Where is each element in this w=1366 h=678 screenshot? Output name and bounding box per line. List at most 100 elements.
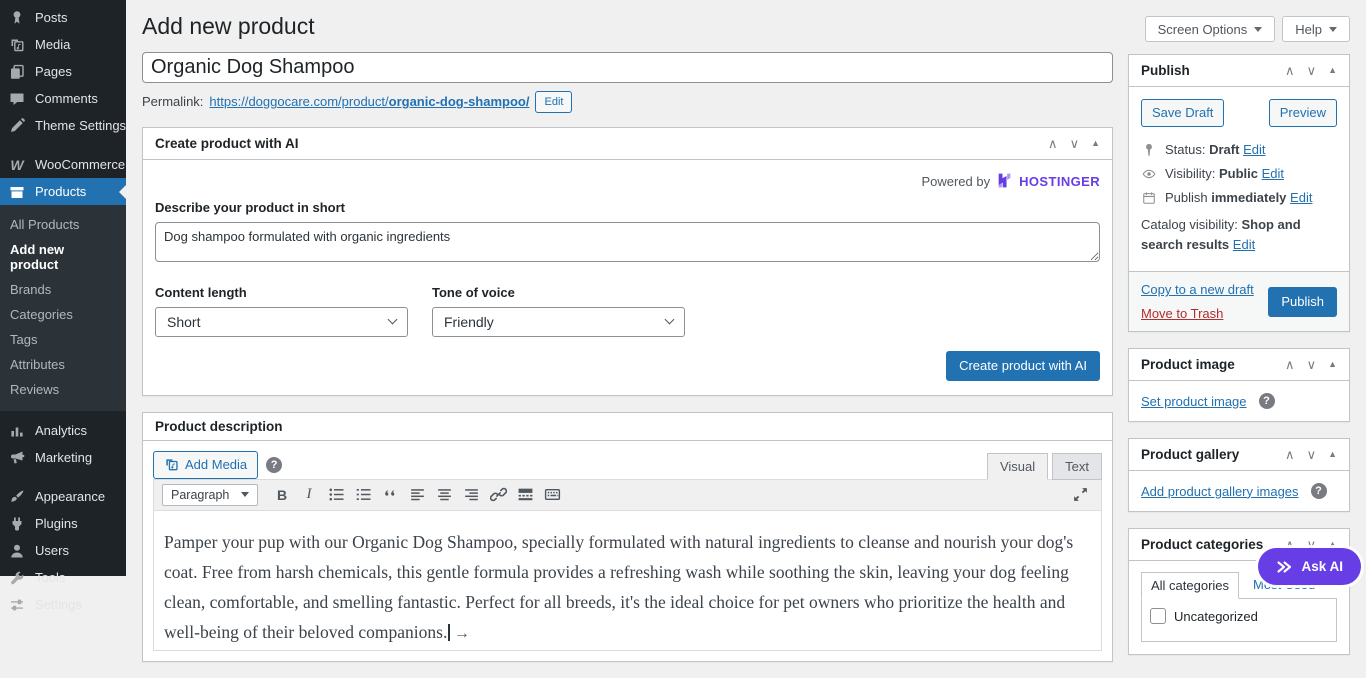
- publish-panel: Publish ∧ ∨ ▲ Save Draft Preview Status:…: [1128, 54, 1350, 332]
- chevron-down-icon: [665, 315, 675, 325]
- sidebar-item-woocommerce[interactable]: W WooCommerce: [0, 151, 126, 178]
- tab-all-categories[interactable]: All categories: [1141, 572, 1239, 599]
- editor-toolbar: Paragraph B I: [153, 479, 1102, 511]
- editor-content[interactable]: Pamper your pup with our Organic Dog Sha…: [153, 511, 1102, 651]
- italic-button[interactable]: I: [296, 483, 322, 507]
- sidebar-subitem-attributes[interactable]: Attributes: [0, 352, 126, 377]
- bold-button[interactable]: B: [269, 483, 295, 507]
- permalink-row: Permalink: https://doggocare.com/product…: [142, 91, 1113, 113]
- visibility-edit-link[interactable]: Edit: [1262, 166, 1284, 181]
- permalink-url[interactable]: https://doggocare.com/product/organic-do…: [209, 94, 529, 109]
- publish-panel-header: Publish ∧ ∨ ▲: [1129, 55, 1349, 87]
- publish-button[interactable]: Publish: [1268, 287, 1337, 317]
- sidebar-item-comments[interactable]: Comments: [0, 85, 126, 112]
- sidebar-item-theme-settings[interactable]: Theme Settings: [0, 112, 126, 139]
- copy-to-draft-link[interactable]: Copy to a new draft: [1141, 282, 1254, 297]
- move-down-icon[interactable]: ∨: [1070, 137, 1080, 150]
- tone-of-voice-select[interactable]: Friendly: [432, 307, 685, 337]
- screen-meta-links: Screen Options Help: [1145, 16, 1350, 42]
- align-center-icon[interactable]: [431, 483, 457, 507]
- move-up-icon[interactable]: ∧: [1048, 137, 1058, 150]
- help-icon[interactable]: ?: [1259, 393, 1275, 409]
- sidebar-item-label: Users: [35, 543, 69, 558]
- numbered-list-icon[interactable]: [350, 483, 376, 507]
- sidebar-item-settings[interactable]: Settings: [0, 591, 126, 618]
- paragraph-format-select[interactable]: Paragraph: [162, 484, 258, 506]
- toolbar-toggle-icon[interactable]: [539, 483, 565, 507]
- content-length-select[interactable]: Short: [155, 307, 408, 337]
- toggle-panel-icon[interactable]: ▲: [1328, 450, 1337, 459]
- catalog-edit-link[interactable]: Edit: [1233, 237, 1255, 252]
- sidebar-item-label: Comments: [35, 91, 98, 106]
- publishing-actions: Copy to a new draft Move to Trash Publis…: [1129, 271, 1349, 331]
- move-up-icon[interactable]: ∧: [1285, 64, 1295, 77]
- move-to-trash-link[interactable]: Move to Trash: [1141, 306, 1254, 321]
- fullscreen-icon[interactable]: [1067, 483, 1093, 507]
- catalog-visibility-row: Catalog visibility: Shop and search resu…: [1141, 215, 1337, 255]
- sidebar-subitem-categories[interactable]: Categories: [0, 302, 126, 327]
- sidebar-item-tools[interactable]: Tools: [0, 564, 126, 591]
- add-gallery-images-link[interactable]: Add product gallery images: [1141, 484, 1299, 499]
- add-media-button[interactable]: Add Media: [153, 451, 258, 479]
- status-edit-link[interactable]: Edit: [1243, 142, 1265, 157]
- product-title-input[interactable]: [142, 52, 1113, 83]
- woocommerce-icon: W: [8, 158, 26, 172]
- align-right-icon[interactable]: [458, 483, 484, 507]
- sidebar-item-analytics[interactable]: Analytics: [0, 417, 126, 444]
- ask-ai-button[interactable]: Ask AI: [1258, 548, 1361, 585]
- products-submenu: All Products Add new product Brands Cate…: [0, 205, 126, 411]
- toggle-panel-icon[interactable]: ▲: [1328, 360, 1337, 369]
- sidebar-subitem-all-products[interactable]: All Products: [0, 212, 126, 237]
- sidebar-item-media[interactable]: Media: [0, 31, 126, 58]
- toggle-panel-icon[interactable]: ▲: [1091, 139, 1100, 148]
- tab-visual[interactable]: Visual: [987, 453, 1048, 480]
- sidebar-item-users[interactable]: Users: [0, 537, 126, 564]
- link-icon[interactable]: [485, 483, 511, 507]
- sidebar-item-pages[interactable]: Pages: [0, 58, 126, 85]
- bullet-list-icon[interactable]: [323, 483, 349, 507]
- sidebar-item-products[interactable]: Products: [0, 178, 126, 205]
- sidebar-subitem-brands[interactable]: Brands: [0, 277, 126, 302]
- create-product-ai-button[interactable]: Create product with AI: [946, 351, 1100, 381]
- permalink-edit-button[interactable]: Edit: [535, 91, 572, 113]
- comment-icon: [8, 91, 26, 107]
- uncategorized-checkbox[interactable]: [1150, 608, 1166, 624]
- sidebar-item-posts[interactable]: Posts: [0, 4, 126, 31]
- tab-text[interactable]: Text: [1052, 453, 1102, 480]
- schedule-row: Publish immediately Edit: [1141, 190, 1337, 205]
- move-down-icon[interactable]: ∨: [1307, 448, 1317, 461]
- move-down-icon[interactable]: ∨: [1307, 64, 1317, 77]
- sidebar-item-label: Analytics: [35, 423, 87, 438]
- sidebar-subitem-tags[interactable]: Tags: [0, 327, 126, 352]
- description-panel-title: Product description: [155, 419, 283, 434]
- move-up-icon[interactable]: ∧: [1285, 448, 1295, 461]
- help-icon[interactable]: ?: [1311, 483, 1327, 499]
- sidebar-subitem-add-new-product[interactable]: Add new product: [0, 237, 126, 277]
- help-button[interactable]: Help: [1282, 16, 1350, 42]
- set-product-image-link[interactable]: Set product image: [1141, 394, 1247, 409]
- schedule-edit-link[interactable]: Edit: [1290, 190, 1312, 205]
- align-left-icon[interactable]: [404, 483, 430, 507]
- screen-options-button[interactable]: Screen Options: [1145, 16, 1276, 42]
- sidebar-subitem-reviews[interactable]: Reviews: [0, 377, 126, 402]
- text-caret: [448, 624, 450, 641]
- powered-by-row: Powered by HOSTINGER: [155, 172, 1100, 192]
- move-up-icon[interactable]: ∧: [1285, 358, 1295, 371]
- describe-product-textarea[interactable]: Dog shampoo formulated with organic ingr…: [155, 222, 1100, 262]
- help-label: Help: [1295, 22, 1322, 37]
- toggle-panel-icon[interactable]: ▲: [1328, 66, 1337, 75]
- blockquote-icon[interactable]: [377, 483, 403, 507]
- sidebar-item-appearance[interactable]: Appearance: [0, 483, 126, 510]
- ask-ai-label: Ask AI: [1301, 559, 1343, 574]
- preview-button[interactable]: Preview: [1269, 99, 1337, 127]
- help-icon[interactable]: ?: [266, 457, 282, 473]
- sidebar-item-plugins[interactable]: Plugins: [0, 510, 126, 537]
- save-draft-button[interactable]: Save Draft: [1141, 99, 1224, 127]
- product-box-icon: [8, 184, 26, 200]
- move-down-icon[interactable]: ∨: [1307, 358, 1317, 371]
- admin-sidebar: Posts Media Pages Comments Theme Setting…: [0, 0, 126, 576]
- describe-label: Describe your product in short: [155, 200, 1100, 215]
- ai-panel-header: Create product with AI ∧ ∨ ▲: [143, 128, 1112, 160]
- sidebar-item-marketing[interactable]: Marketing: [0, 444, 126, 471]
- read-more-tag-icon[interactable]: [512, 483, 538, 507]
